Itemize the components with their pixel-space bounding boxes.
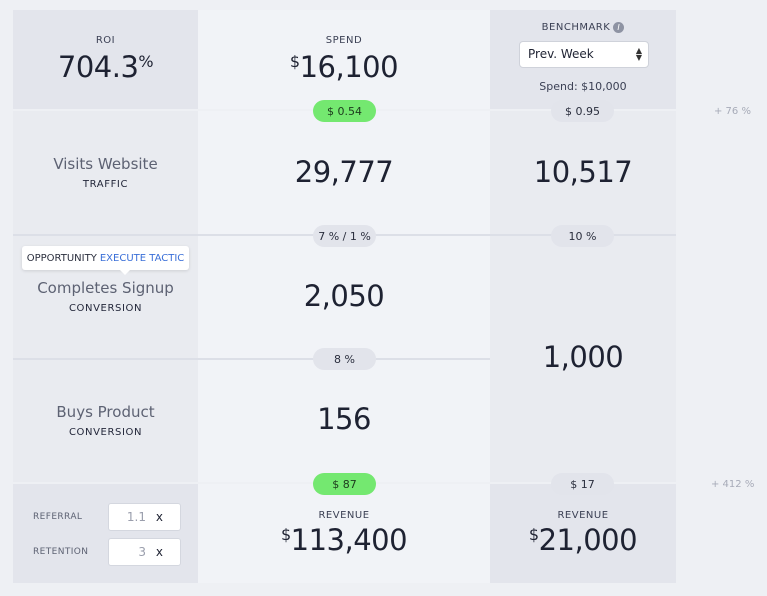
benchmark-conversion-value: 1,000 [542, 340, 624, 374]
stage-2-title: Completes Signup [37, 279, 174, 297]
benchmark-select[interactable]: Prev. Week ▲ ▼ [519, 41, 649, 68]
roi-value: 704.3% [13, 50, 198, 84]
select-arrows-icon: ▲ ▼ [635, 46, 642, 62]
stage-1-value: 29,777 [294, 155, 394, 189]
opportunity-tooltip: OPPORTUNITY EXECUTE TACTIC [22, 246, 189, 275]
benchmark-rate-pill: 10 % [551, 225, 614, 247]
spend-currency: $ [289, 52, 300, 72]
benchmark-select-value: Prev. Week [528, 47, 594, 61]
cost-per-visit-pill: $ 0.54 [313, 100, 376, 122]
spend-label: SPEND [325, 35, 363, 46]
benchmark-label: BENCHMARK i [490, 22, 676, 33]
stage-3-value: 156 [317, 402, 371, 436]
retention-input[interactable]: 3 x [108, 538, 181, 566]
stage-2-value: 2,050 [303, 279, 385, 313]
stage-1-title: Visits Website [53, 155, 158, 173]
retention-value: 3 [138, 545, 146, 559]
cost-per-purchase-pill: $ 87 [313, 473, 376, 495]
stage-3-title: Buys Product [56, 403, 155, 421]
referral-multiplier: x [155, 510, 163, 524]
divider-2 [13, 358, 490, 360]
benchmark-revenue-currency: $ [528, 525, 539, 545]
retention-multiplier: x [155, 545, 163, 559]
benchmark-traffic-value: 10,517 [533, 155, 633, 189]
spend-value: $16,100 [198, 50, 490, 84]
benchmark-cost-per-purchase-pill: $ 17 [551, 473, 614, 495]
benchmark-spend: Spend: $10,000 [539, 80, 627, 93]
benchmark-revenue-label: REVENUE [557, 510, 609, 521]
conversion-rate-pill-1: 7 % / 1 % [313, 225, 376, 247]
multiplier-panel [13, 484, 198, 583]
benchmark-revenue-value: $21,000 [490, 523, 676, 557]
revenue-currency: $ [280, 525, 291, 545]
roi-unit: % [138, 52, 154, 72]
stage-2-sub: CONVERSION [68, 303, 143, 314]
benchmark-cost-per-visit-pill: $ 0.95 [551, 100, 614, 122]
referral-value: 1.1 [126, 510, 146, 524]
spend-number: 16,100 [299, 50, 399, 84]
opportunity-label: OPPORTUNITY [26, 252, 97, 264]
referral-input[interactable]: 1.1 x [108, 503, 181, 531]
delta-bottom: + 412 % [711, 479, 755, 490]
roi-number: 704.3 [57, 50, 139, 84]
info-icon[interactable]: i [613, 22, 625, 33]
conversion-rate-pill-2: 8 % [313, 348, 376, 370]
referral-label: REFERRAL [33, 512, 83, 522]
retention-label: RETENTION [33, 547, 89, 557]
roi-label: ROI [95, 35, 116, 46]
execute-tactic-link[interactable]: EXECUTE TACTIC [100, 253, 184, 264]
stage-3-sub: CONVERSION [68, 427, 143, 438]
benchmark-label-text: BENCHMARK [541, 22, 611, 33]
revenue-number: 113,400 [290, 523, 408, 557]
revenue-label: REVENUE [318, 510, 370, 521]
stage-1-sub: TRAFFIC [82, 179, 129, 190]
delta-top: + 76 % [714, 106, 751, 117]
revenue-value: $113,400 [198, 523, 490, 557]
benchmark-revenue-number: 21,000 [538, 523, 638, 557]
